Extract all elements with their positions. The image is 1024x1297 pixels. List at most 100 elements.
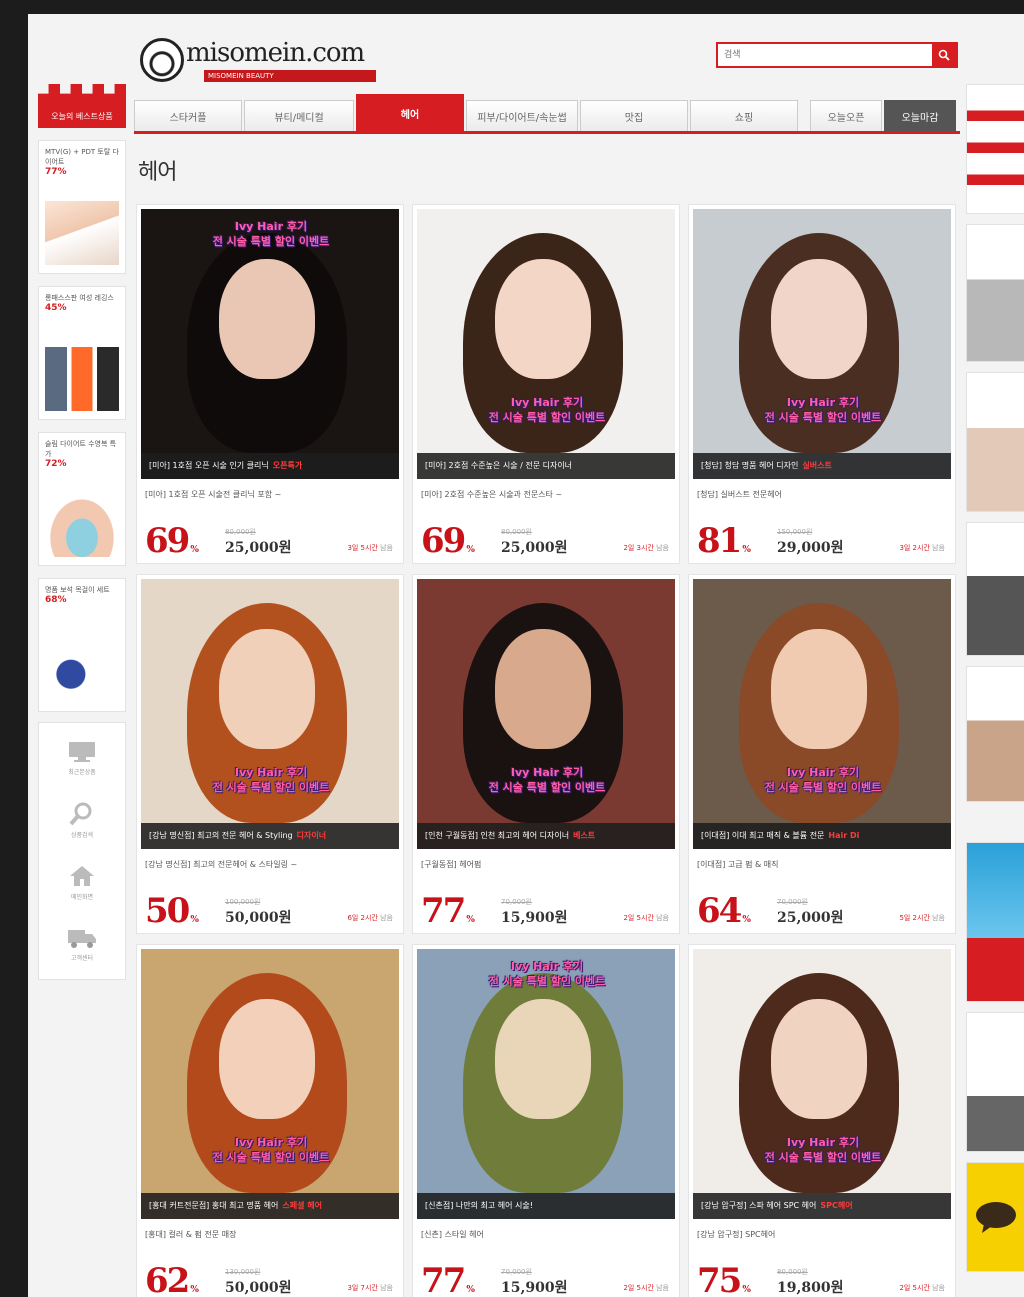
sale-price: 15,900원 xyxy=(501,1280,568,1296)
caption-highlight: 실버스트 xyxy=(802,461,832,470)
product-image[interactable]: Ivy Hair 후기 전 시술 특별 할인 이벤트 [강남 명신점] 최고의 … xyxy=(141,579,399,849)
product-description[interactable]: [홍대] 컬러 & 펌 전문 매장 xyxy=(145,1229,395,1240)
product-image[interactable]: Ivy Hair 후기 전 시술 특별 할인 이벤트 [미아] 1호점 오픈 시… xyxy=(141,209,399,479)
product-description[interactable]: [강남 명신점] 최고의 전문헤어 & 스타일링 ~ xyxy=(145,859,395,870)
product-card[interactable]: Ivy Hair 후기 전 시술 특별 할인 이벤트 [청담] 청담 명품 헤어… xyxy=(688,204,956,564)
caption-text: [청담] 청담 명품 헤어 디자인 xyxy=(701,461,799,470)
product-card[interactable]: Ivy Hair 후기 전 시술 특별 할인 이벤트 [홍대 커트전문점] 홍대… xyxy=(136,944,404,1297)
discount-unit: % xyxy=(742,1285,751,1295)
product-description[interactable]: [강남 압구정] SPC헤어 xyxy=(697,1229,947,1240)
product-description[interactable]: [신촌] 스타일 헤어 xyxy=(421,1229,671,1240)
original-price: 70,000원 xyxy=(501,1268,532,1276)
ad-image xyxy=(45,493,119,557)
promo-line: 전 시술 특별 할인 이벤트 xyxy=(764,781,882,794)
right-banner-talk[interactable] xyxy=(966,1162,1024,1272)
sidebar-ad[interactable]: 롱패스스판 여성 레깅스 45% xyxy=(38,286,126,420)
product-image[interactable]: Ivy Hair 후기 전 시술 특별 할인 이벤트 [인천 구월동점] 인천 … xyxy=(417,579,675,849)
sale-price: 50,000원 xyxy=(225,1280,292,1296)
sidebar-ad[interactable]: MTV(G) + PDT 토탈 다이어트 77% xyxy=(38,140,126,274)
promo-line: 전 시술 특별 할인 이벤트 xyxy=(488,781,606,794)
product-card[interactable]: Ivy Hair 후기 전 시술 특별 할인 이벤트 [미아] 2호점 수준높은… xyxy=(412,204,680,564)
product-card[interactable]: Ivy Hair 후기 전 시술 특별 할인 이벤트 [강남 압구정] 스파 헤… xyxy=(688,944,956,1297)
caption-highlight: 디자이너 xyxy=(296,831,327,840)
ad-image xyxy=(45,201,119,265)
tab-skin-diet[interactable]: 피부/다이어트/속눈썹 xyxy=(466,100,578,131)
product-image[interactable]: Ivy Hair 후기 전 시술 특별 할인 이벤트 [미아] 2호점 수준높은… xyxy=(417,209,675,479)
tab-star-couple[interactable]: 스타커플 xyxy=(134,100,242,131)
right-banner-product[interactable] xyxy=(966,224,1024,362)
image-face xyxy=(495,629,591,749)
caption-bar: [청담] 청담 명품 헤어 디자인 실버스트 xyxy=(693,453,951,479)
site-logo[interactable]: misomein.com MISOMEIN BEAUTY xyxy=(140,36,390,86)
caption-text: [홍대 커트전문점] 홍대 최고 명품 헤어 xyxy=(149,1201,279,1210)
quick-home[interactable]: 메인화면 xyxy=(39,851,125,913)
original-price: 130,000원 xyxy=(225,1268,261,1276)
right-banner-product[interactable] xyxy=(966,522,1024,656)
ad-discount: 68% xyxy=(45,595,67,605)
caption-bar: [강남 압구정] 스파 헤어 SPC 헤어 SPC헤어 xyxy=(693,1193,951,1219)
caption-text: [강남 압구정] 스파 헤어 SPC 헤어 xyxy=(701,1201,817,1210)
original-price: 100,000원 xyxy=(225,898,261,906)
sidebar-ad[interactable]: 슬림 다이어트 수영복 특가 72% xyxy=(38,432,126,566)
promo-line: 전 시술 특별 할인 이벤트 xyxy=(212,235,330,248)
discount-value: 77 xyxy=(421,1261,466,1297)
product-card[interactable]: Ivy Hair 후기 전 시술 특별 할인 이벤트 [미아] 1호점 오픈 시… xyxy=(136,204,404,564)
search-icon xyxy=(938,49,950,61)
right-banner-product[interactable] xyxy=(966,666,1024,802)
quick-recent[interactable]: 최근본상품 xyxy=(39,727,125,789)
tab-today-open[interactable]: 오늘오픈 xyxy=(810,100,882,131)
product-card[interactable]: Ivy Hair 후기 전 시술 특별 할인 이벤트 [이대점] 이대 최고 매… xyxy=(688,574,956,934)
product-card[interactable]: Ivy Hair 후기 전 시술 특별 할인 이벤트 [인천 구월동점] 인천 … xyxy=(412,574,680,934)
product-description[interactable]: [이대점] 고급 펌 & 매직 xyxy=(697,859,947,870)
promo-line: Ivy Hair 후기 xyxy=(510,396,584,409)
search-button[interactable] xyxy=(932,44,956,66)
time-value: 6일 2시간 xyxy=(347,914,378,922)
promo-overlay: Ivy Hair 후기 전 시술 특별 할인 이벤트 xyxy=(437,765,657,795)
quick-label: 고객센터 xyxy=(70,954,94,962)
sale-price: 25,000원 xyxy=(501,540,568,556)
right-banner-event[interactable] xyxy=(966,842,1024,1002)
tab-today-close[interactable]: 오늘마감 xyxy=(884,100,956,131)
quick-customer[interactable]: 고객센터 xyxy=(39,913,125,975)
product-image[interactable]: Ivy Hair 후기 전 시술 특별 할인 이벤트 [홍대 커트전문점] 홍대… xyxy=(141,949,399,1219)
caption-bar: [미아] 2호점 수준높은 시술 / 전문 디자이너 xyxy=(417,453,675,479)
discount-value: 50 xyxy=(145,891,190,931)
right-banner-phone[interactable] xyxy=(966,1012,1024,1152)
discount-percent: 62% xyxy=(145,1261,199,1297)
tab-restaurant[interactable]: 맛집 xyxy=(580,100,688,131)
time-remaining: 3일 5시간 남음 xyxy=(347,543,393,553)
product-image[interactable]: Ivy Hair 후기 전 시술 특별 할인 이벤트 [신촌점] 나만의 최고 … xyxy=(417,949,675,1219)
search-input[interactable] xyxy=(718,44,930,66)
promo-line: 전 시술 특별 할인 이벤트 xyxy=(212,1151,330,1164)
product-image[interactable]: Ivy Hair 후기 전 시술 특별 할인 이벤트 [청담] 청담 명품 헤어… xyxy=(693,209,951,479)
tab-shopping[interactable]: 쇼핑 xyxy=(690,100,798,131)
tab-beauty-medical[interactable]: 뷰티/메디컬 xyxy=(244,100,354,131)
quick-search[interactable]: 상품검색 xyxy=(39,789,125,851)
best-banner[interactable]: 오늘의 베스트상품 xyxy=(38,84,126,128)
product-description[interactable]: [미아] 2호점 수준높은 시술과 전문스타 ~ xyxy=(421,489,671,500)
time-remaining: 5일 2시간 남음 xyxy=(899,913,945,923)
caption-text: [인천 구월동점] 인천 최고의 헤어 디자이너 xyxy=(425,831,570,840)
product-card[interactable]: Ivy Hair 후기 전 시술 특별 할인 이벤트 [강남 명신점] 최고의 … xyxy=(136,574,404,934)
product-description[interactable]: [청담] 실버스트 전문헤어 xyxy=(697,489,947,500)
product-description[interactable]: [구월동점] 헤어펌 xyxy=(421,859,671,870)
product-image[interactable]: Ivy Hair 후기 전 시술 특별 할인 이벤트 [이대점] 이대 최고 매… xyxy=(693,579,951,849)
caption-text: [신촌점] 나만의 최고 헤어 시술! xyxy=(425,1201,533,1210)
product-card[interactable]: Ivy Hair 후기 전 시술 특별 할인 이벤트 [신촌점] 나만의 최고 … xyxy=(412,944,680,1297)
time-suffix: 남음 xyxy=(653,544,669,552)
monitor-icon xyxy=(69,741,95,762)
tab-hair[interactable]: 헤어 xyxy=(356,94,464,131)
right-banner-product[interactable] xyxy=(966,372,1024,512)
discount-percent: 69% xyxy=(145,521,199,561)
sidebar-ad[interactable]: 명품 보석 목걸이 세트 68% xyxy=(38,578,126,712)
right-banner-gift[interactable] xyxy=(966,84,1024,214)
time-remaining: 3일 7시간 남음 xyxy=(347,1283,393,1293)
time-value: 3일 2시간 xyxy=(899,544,930,552)
product-image[interactable]: Ivy Hair 후기 전 시술 특별 할인 이벤트 [강남 압구정] 스파 헤… xyxy=(693,949,951,1219)
time-remaining: 2일 5시간 남음 xyxy=(623,913,669,923)
time-value: 3일 7시간 xyxy=(347,1284,378,1292)
caption-bar: [강남 명신점] 최고의 전문 헤어 & Styling 디자이너 xyxy=(141,823,399,849)
discount-unit: % xyxy=(466,1285,475,1295)
product-description[interactable]: [미아] 1호점 오픈 시술전 클리닉 포함 ~ xyxy=(145,489,395,500)
image-face xyxy=(219,259,315,379)
